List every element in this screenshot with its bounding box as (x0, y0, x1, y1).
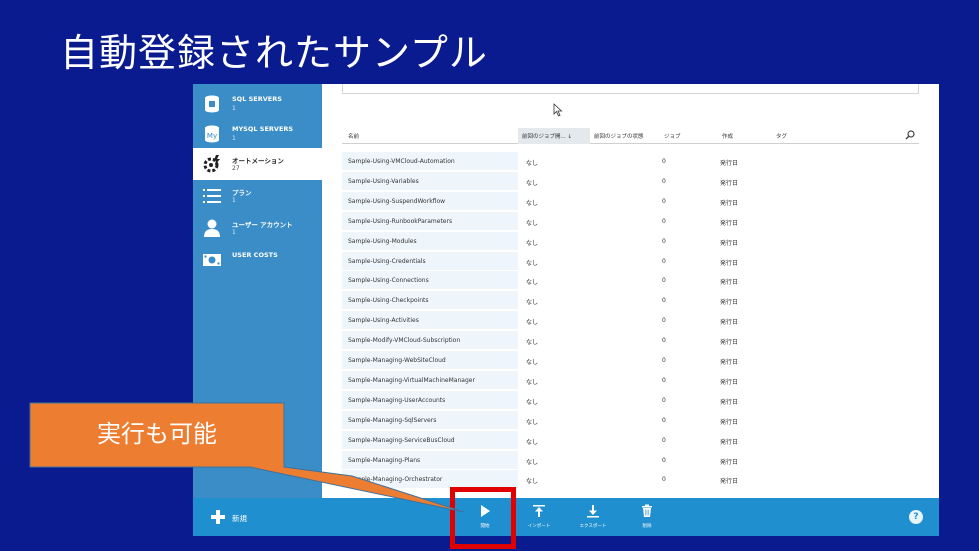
callout-text: 実行も可能 (97, 420, 217, 448)
callout-shape (29, 402, 465, 513)
